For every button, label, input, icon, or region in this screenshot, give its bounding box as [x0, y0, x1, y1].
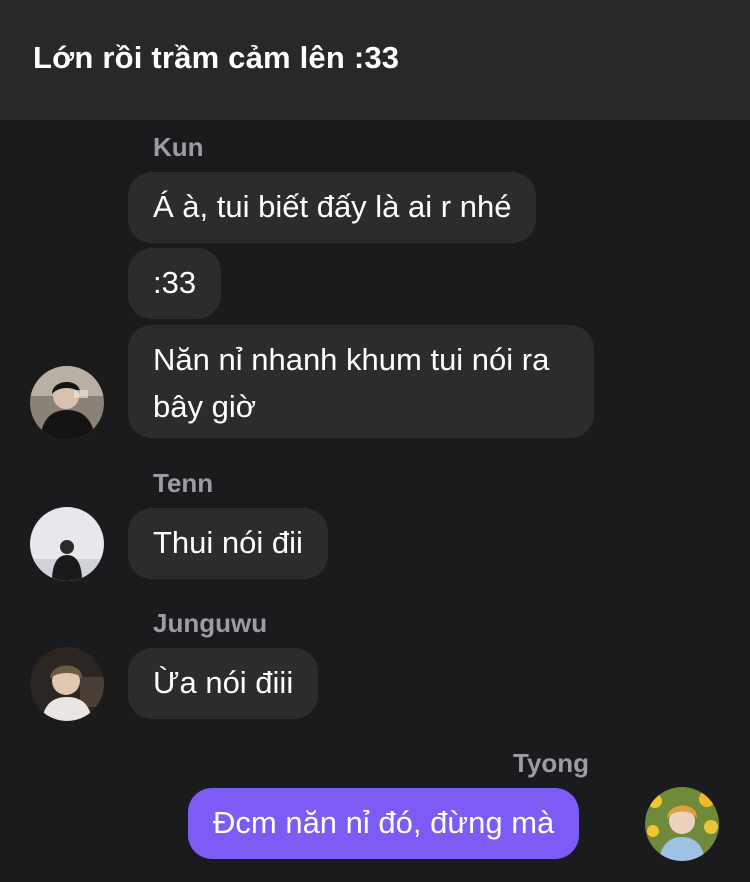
message-bubble[interactable]: Ừa nói điii: [128, 648, 319, 719]
avatar-tenn[interactable]: [30, 507, 104, 581]
sender-name-tyong: Tyong: [513, 748, 590, 778]
sender-name-junguwu: Junguwu: [153, 608, 268, 638]
my-message-bubble[interactable]: Đcm năn nỉ đó, đừng mà: [188, 788, 580, 859]
sender-name-kun: Kun: [153, 132, 204, 162]
chat-header: Lớn rồi trầm cảm lên :33: [0, 0, 750, 120]
sender-name-tenn: Tenn: [153, 468, 214, 498]
message-bubble[interactable]: Năn nỉ nhanh khum tui nói ra bây giờ: [128, 325, 594, 438]
message-bubble[interactable]: Thui nói đii: [128, 508, 328, 579]
message-bubble[interactable]: :33: [128, 248, 222, 319]
chat-title[interactable]: Lớn rồi trầm cảm lên :33: [33, 40, 399, 76]
avatar-tyong[interactable]: [645, 787, 719, 861]
message-bubble[interactable]: Á à, tui biết đấy là ai r nhé: [128, 172, 537, 243]
avatar-junguwu[interactable]: [30, 647, 104, 721]
avatar-kun[interactable]: [30, 366, 104, 440]
